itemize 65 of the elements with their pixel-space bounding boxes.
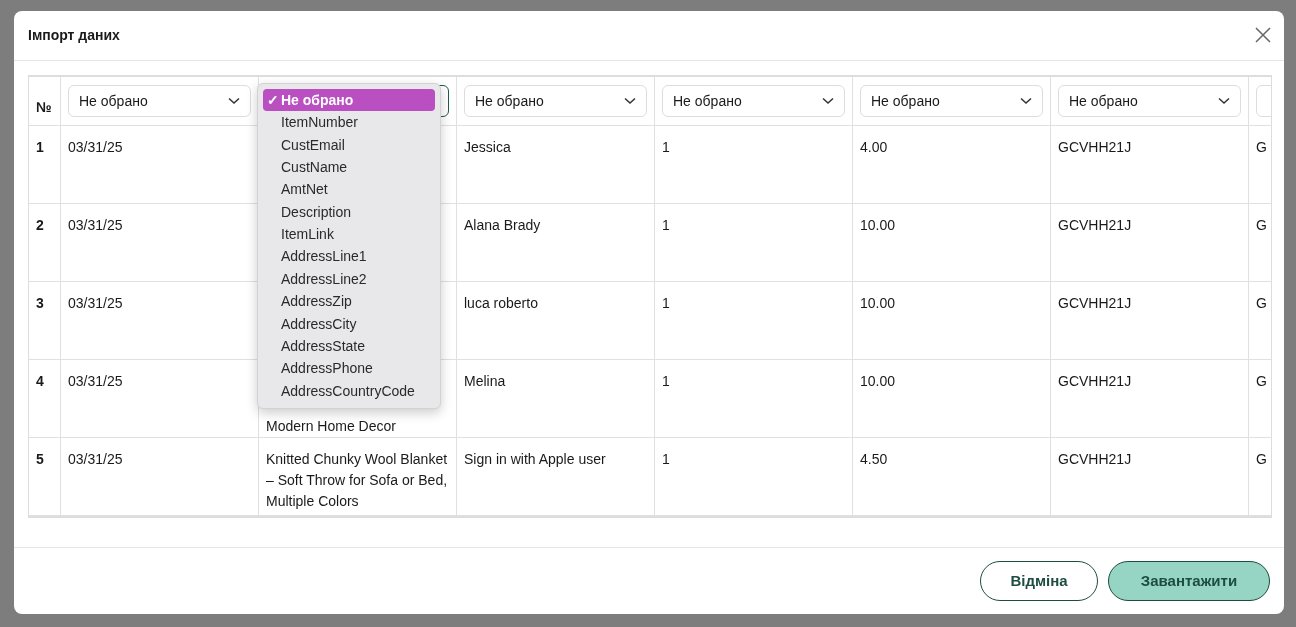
table-cell: Alana Brady <box>457 203 655 282</box>
close-icon[interactable] <box>1255 27 1271 44</box>
dropdown-option[interactable]: AddressPhone <box>263 357 435 380</box>
column-select[interactable]: Не обрано <box>662 84 845 117</box>
dropdown-option[interactable]: AddressCity <box>263 312 435 336</box>
row-number: 4 <box>29 359 61 438</box>
table-cell: 4.00 <box>853 125 1051 204</box>
dialog-title: Імпорт даних <box>28 27 120 44</box>
dropdown-option[interactable]: AddressLine2 <box>263 267 435 291</box>
table-cell: 1 <box>655 281 853 360</box>
dropdown-option[interactable]: AddressLine1 <box>263 245 435 268</box>
column-select[interactable]: Не обрано <box>860 84 1043 117</box>
dropdown-option[interactable]: AmtNet <box>263 178 435 201</box>
row-number: 5 <box>29 437 61 516</box>
table-cell: Sign in with Apple user <box>457 437 655 516</box>
table-cell: 1 <box>655 125 853 204</box>
dropdown-option[interactable]: CustEmail <box>263 133 435 156</box>
column-select[interactable]: Не обрано <box>1058 84 1241 117</box>
dropdown-option[interactable]: AddressZip <box>263 290 435 313</box>
table-cell: Jessica <box>457 125 655 204</box>
chevron-down-icon <box>822 96 834 105</box>
dropdown-option[interactable]: CustName <box>263 155 435 179</box>
column-select[interactable]: Не обрано <box>68 84 251 117</box>
table-cell: 03/31/25 <box>61 437 259 516</box>
dropdown-option[interactable]: ItemLink <box>263 223 435 246</box>
chevron-down-icon <box>624 96 636 105</box>
table-cell: GCVHH21J <box>1051 203 1249 282</box>
table-cell: 10.00 <box>853 359 1051 438</box>
table-cell: Melina <box>457 359 655 438</box>
cancel-button[interactable]: Відміна <box>980 560 1098 601</box>
table-cell: 1 <box>655 359 853 438</box>
table-cell: luca roberto <box>457 281 655 360</box>
table-cell: 4.50 <box>853 437 1051 516</box>
table-cell: G <box>1249 125 1271 204</box>
number-header: № <box>36 98 52 115</box>
row-number: 2 <box>29 203 61 282</box>
table-cell: G <box>1249 281 1271 360</box>
table-cell: G <box>1249 203 1271 282</box>
dropdown-option[interactable]: ItemNumber <box>263 111 435 134</box>
table-cell: GCVHH21J <box>1051 125 1249 204</box>
chevron-down-icon <box>1020 96 1032 105</box>
table-cell: G <box>1249 359 1271 438</box>
table-cell: 1 <box>655 437 853 516</box>
table-cell: GCVHH21J <box>1051 281 1249 360</box>
dropdown-option[interactable]: AddressState <box>263 335 435 358</box>
table-cell: 03/31/25 <box>61 359 259 438</box>
table-cell: 10.00 <box>853 203 1051 282</box>
chevron-down-icon <box>228 96 240 105</box>
table-cell: 1 <box>655 203 853 282</box>
table-cell: 03/31/25 <box>61 203 259 282</box>
table-cell: G <box>1249 437 1271 516</box>
table-cell: 03/31/25 <box>61 281 259 360</box>
upload-button[interactable]: Завантажити <box>1108 560 1270 601</box>
table-cell: 03/31/25 <box>61 125 259 204</box>
row-number: 3 <box>29 281 61 360</box>
table-cell: Knitted Chunky Wool Blanket – Soft Throw for Sofa or Bed, Multiple Colors <box>259 437 457 516</box>
table-cell: GCVHH21J <box>1051 437 1249 516</box>
dropdown-option[interactable]: Description <box>263 200 435 224</box>
table-cell: 10.00 <box>853 281 1051 360</box>
dropdown-option[interactable]: ✓Не обрано <box>263 88 435 112</box>
chevron-down-icon <box>1218 96 1230 105</box>
column-select[interactable]: Не обрано <box>464 84 647 117</box>
row-number: 1 <box>29 125 61 204</box>
dropdown-option[interactable]: AddressCountryCode <box>263 379 435 403</box>
table-cell: GCVHH21J <box>1051 359 1249 438</box>
